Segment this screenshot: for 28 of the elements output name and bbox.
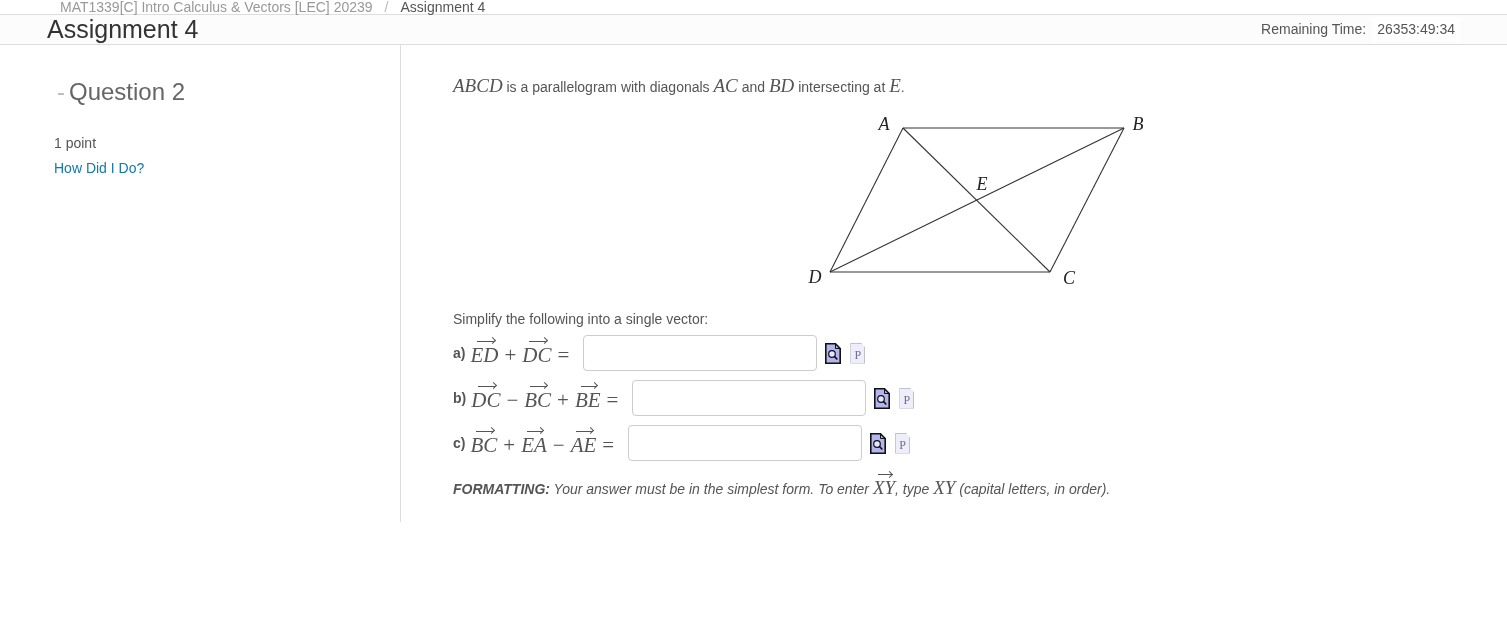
answer-field[interactable]: [628, 425, 863, 461]
question-title: Question 2: [69, 77, 186, 107]
points-text: 1 point: [54, 134, 97, 153]
breadcrumb-current: Assignment 4: [400, 0, 486, 15]
part-label: a): [453, 343, 466, 363]
page-title: Assignment 4: [47, 15, 199, 44]
part-label: c): [453, 433, 466, 453]
vector-expression: ED + DC =: [470, 336, 576, 370]
vector-expression: BC + EA − AE =: [470, 426, 621, 460]
timer-label: Remaining Time:: [1261, 20, 1367, 39]
answer-field[interactable]: [632, 380, 867, 416]
part-label: b): [453, 388, 467, 408]
formatting-note: FORMATTING: Your answer must be in the simplest form. To enter XY, type XY (capital letters, in order).: [453, 470, 1111, 501]
instruction-text: Simplify the following into a single vector:: [453, 310, 709, 329]
vector-expression: DC − BC + BE =: [471, 381, 625, 415]
feedback-link[interactable]: How Did I Do?: [54, 156, 145, 181]
breadcrumb-separator: /: [384, 0, 389, 15]
vertex-label: D: [808, 267, 822, 287]
vertex-label: E: [976, 174, 988, 194]
vertex-label: B: [1132, 114, 1144, 134]
vertex-label: C: [1063, 268, 1075, 288]
vertex-label: A: [878, 114, 890, 134]
document-magnifier-icon[interactable]: [825, 342, 842, 364]
question-text: ABCD is a parallelogram with diagonals AC and BD intersecting at E.: [453, 74, 905, 98]
breadcrumb-link[interactable]: MAT1339[C] Intro Calculus & Vectors [LEC] 20239: [60, 0, 373, 15]
answer-field[interactable]: [583, 335, 818, 371]
document-magnifier-icon[interactable]: [874, 387, 891, 409]
document-magnifier-icon[interactable]: [870, 432, 887, 454]
